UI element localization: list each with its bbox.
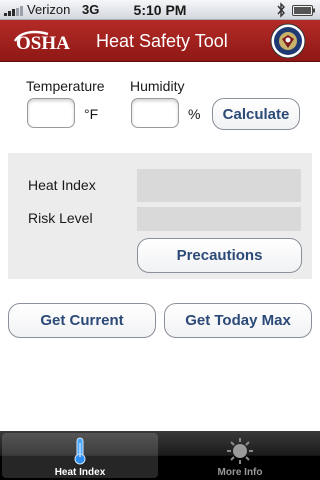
status-time: 5:10 PM bbox=[133, 2, 187, 18]
app-header: OSHA Heat Safety Tool bbox=[0, 20, 320, 62]
get-current-button[interactable]: Get Current bbox=[8, 303, 156, 338]
osha-logo: OSHA bbox=[14, 30, 70, 53]
sun-icon bbox=[227, 438, 253, 464]
osha-logo-text: OSHA bbox=[16, 33, 70, 53]
temperature-unit: °F bbox=[84, 106, 99, 122]
screen: Verizon 3G 5:10 PM OSHA Heat Safety Tool… bbox=[0, 0, 320, 480]
tab-bar: Heat Index More Info bbox=[0, 431, 320, 480]
status-bar: Verizon 3G 5:10 PM bbox=[0, 0, 320, 20]
heat-index-label: Heat Index bbox=[28, 177, 96, 193]
precautions-button[interactable]: Precautions bbox=[137, 238, 302, 273]
tab-more-info[interactable]: More Info bbox=[162, 433, 318, 478]
tab-heat-index[interactable]: Heat Index bbox=[2, 433, 158, 478]
get-today-max-button[interactable]: Get Today Max bbox=[164, 303, 312, 338]
risk-level-value bbox=[137, 207, 301, 231]
thermometer-icon bbox=[74, 437, 86, 465]
tab-more-info-label: More Info bbox=[217, 467, 263, 478]
humidity-label: Humidity bbox=[130, 78, 185, 94]
humidity-input[interactable] bbox=[131, 98, 179, 128]
calculate-button[interactable]: Calculate bbox=[212, 98, 300, 130]
heat-index-value bbox=[137, 169, 301, 202]
app-title: Heat Safety Tool bbox=[96, 31, 228, 51]
tab-heat-index-label: Heat Index bbox=[54, 467, 106, 478]
temperature-label: Temperature bbox=[26, 78, 105, 94]
battery-icon bbox=[292, 5, 315, 16]
risk-level-label: Risk Level bbox=[28, 210, 93, 226]
results-panel: Heat Index Risk Level Precautions bbox=[8, 153, 312, 279]
bluetooth-icon bbox=[277, 2, 285, 18]
temperature-input[interactable] bbox=[27, 98, 75, 128]
humidity-unit: % bbox=[188, 106, 201, 122]
department-of-labor-seal-icon bbox=[270, 23, 306, 59]
